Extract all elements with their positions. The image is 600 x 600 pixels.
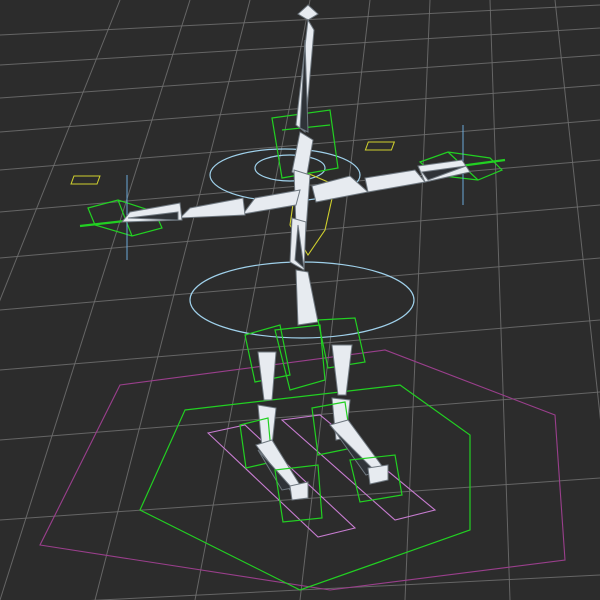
head-tip-bone[interactable]	[297, 4, 319, 21]
left-upper-arm-bone[interactable]	[178, 197, 246, 219]
right-upper-arm-bone[interactable]	[364, 169, 426, 193]
grid-line	[194, 0, 311, 600]
viewport-scene[interactable]	[0, 0, 600, 600]
right-clavicle-bone[interactable]	[311, 175, 370, 203]
grid-line	[0, 4, 600, 36]
left-clavicle-bone[interactable]	[241, 189, 301, 215]
skeleton[interactable]	[120, 4, 471, 523]
left-hand-marker[interactable]	[70, 175, 101, 185]
3d-viewport[interactable]	[0, 0, 600, 600]
right-toe-bone[interactable]	[367, 464, 389, 485]
grid-line	[489, 0, 511, 600]
grid-line	[0, 0, 191, 600]
grid-line	[0, 391, 600, 441]
lower-spine-bone[interactable]	[295, 269, 319, 326]
right-hand-marker[interactable]	[364, 141, 396, 151]
left-thigh-bone[interactable]	[257, 351, 277, 401]
grid-line	[0, 27, 600, 66]
grid-line	[0, 0, 121, 302]
grid-line	[404, 0, 431, 600]
right-thigh-bone[interactable]	[331, 344, 353, 396]
